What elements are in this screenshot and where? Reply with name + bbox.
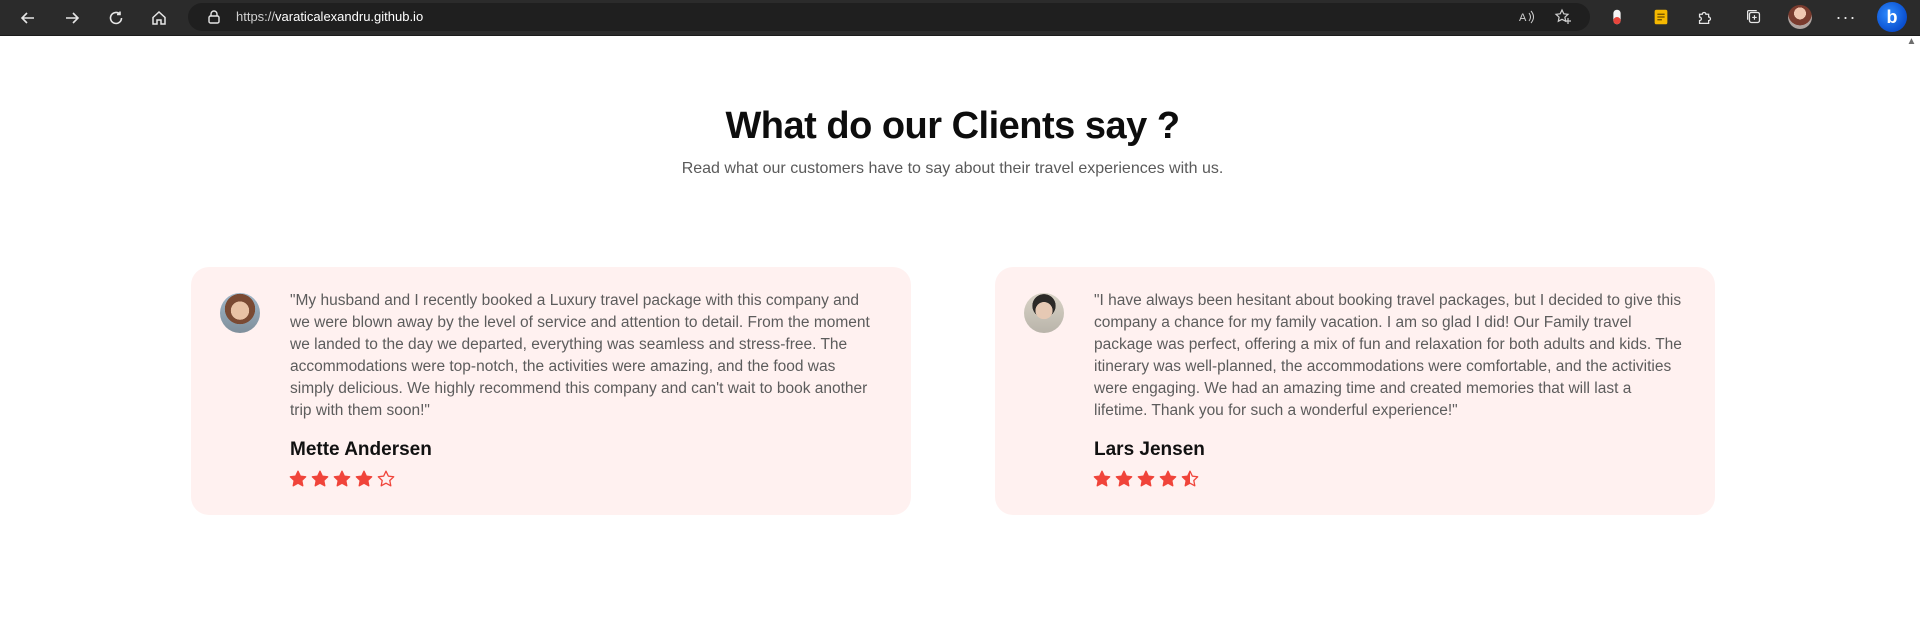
star-empty-icon [377, 470, 395, 487]
star-full-icon [1093, 470, 1111, 487]
scrollbar-up-arrow-icon[interactable]: ▲ [1903, 36, 1920, 50]
browser-toolbar: https://varaticalexandru.github.io A ···… [0, 0, 1920, 36]
extensions-puzzle-icon[interactable] [1694, 6, 1716, 28]
testimonial-name: Lars Jensen [1094, 439, 1205, 460]
more-options-icon[interactable]: ··· [1833, 4, 1859, 30]
extension-notes-icon[interactable] [1650, 6, 1672, 28]
collections-icon[interactable] [1743, 6, 1765, 28]
testimonial-name: Mette Andersen [290, 439, 432, 460]
testimonial-quote: "I have always been hesitant about booki… [1094, 292, 1682, 419]
section-subtitle: Read what our customers have to say abou… [681, 160, 1224, 177]
svg-text:A: A [1519, 12, 1527, 24]
star-full-icon [311, 470, 329, 487]
avatar [220, 293, 260, 333]
star-rating [1093, 470, 1199, 488]
url-text[interactable]: https://varaticalexandru.github.io [236, 9, 423, 24]
address-bar[interactable]: https://varaticalexandru.github.io A [188, 3, 1590, 31]
star-half-icon [1181, 470, 1199, 487]
favorites-star-icon[interactable] [1554, 8, 1572, 26]
star-full-icon [1159, 470, 1177, 487]
copilot-icon[interactable]: b [1877, 2, 1907, 32]
back-icon[interactable] [14, 4, 42, 32]
testimonial-card: "I have always been hesitant about booki… [995, 267, 1715, 515]
star-full-icon [355, 470, 373, 487]
extension-capsule-icon[interactable] [1606, 6, 1628, 28]
star-rating [289, 470, 395, 488]
home-icon[interactable] [145, 4, 173, 32]
url-host: varaticalexandru.github.io [275, 9, 424, 24]
read-aloud-icon[interactable]: A [1518, 8, 1536, 26]
avatar [1024, 293, 1064, 333]
refresh-icon[interactable] [102, 4, 130, 32]
star-full-icon [1115, 470, 1133, 487]
star-full-icon [289, 470, 307, 487]
lock-icon[interactable] [206, 9, 222, 25]
star-full-icon [1137, 470, 1155, 487]
star-full-icon [333, 470, 351, 487]
profile-avatar[interactable] [1788, 5, 1812, 29]
url-scheme: https:// [236, 9, 276, 24]
forward-icon[interactable] [58, 4, 86, 32]
testimonial-card: "My husband and I recently booked a Luxu… [191, 267, 911, 515]
section-title: What do our Clients say ? [725, 105, 1180, 147]
testimonial-quote: "My husband and I recently booked a Luxu… [290, 292, 870, 419]
